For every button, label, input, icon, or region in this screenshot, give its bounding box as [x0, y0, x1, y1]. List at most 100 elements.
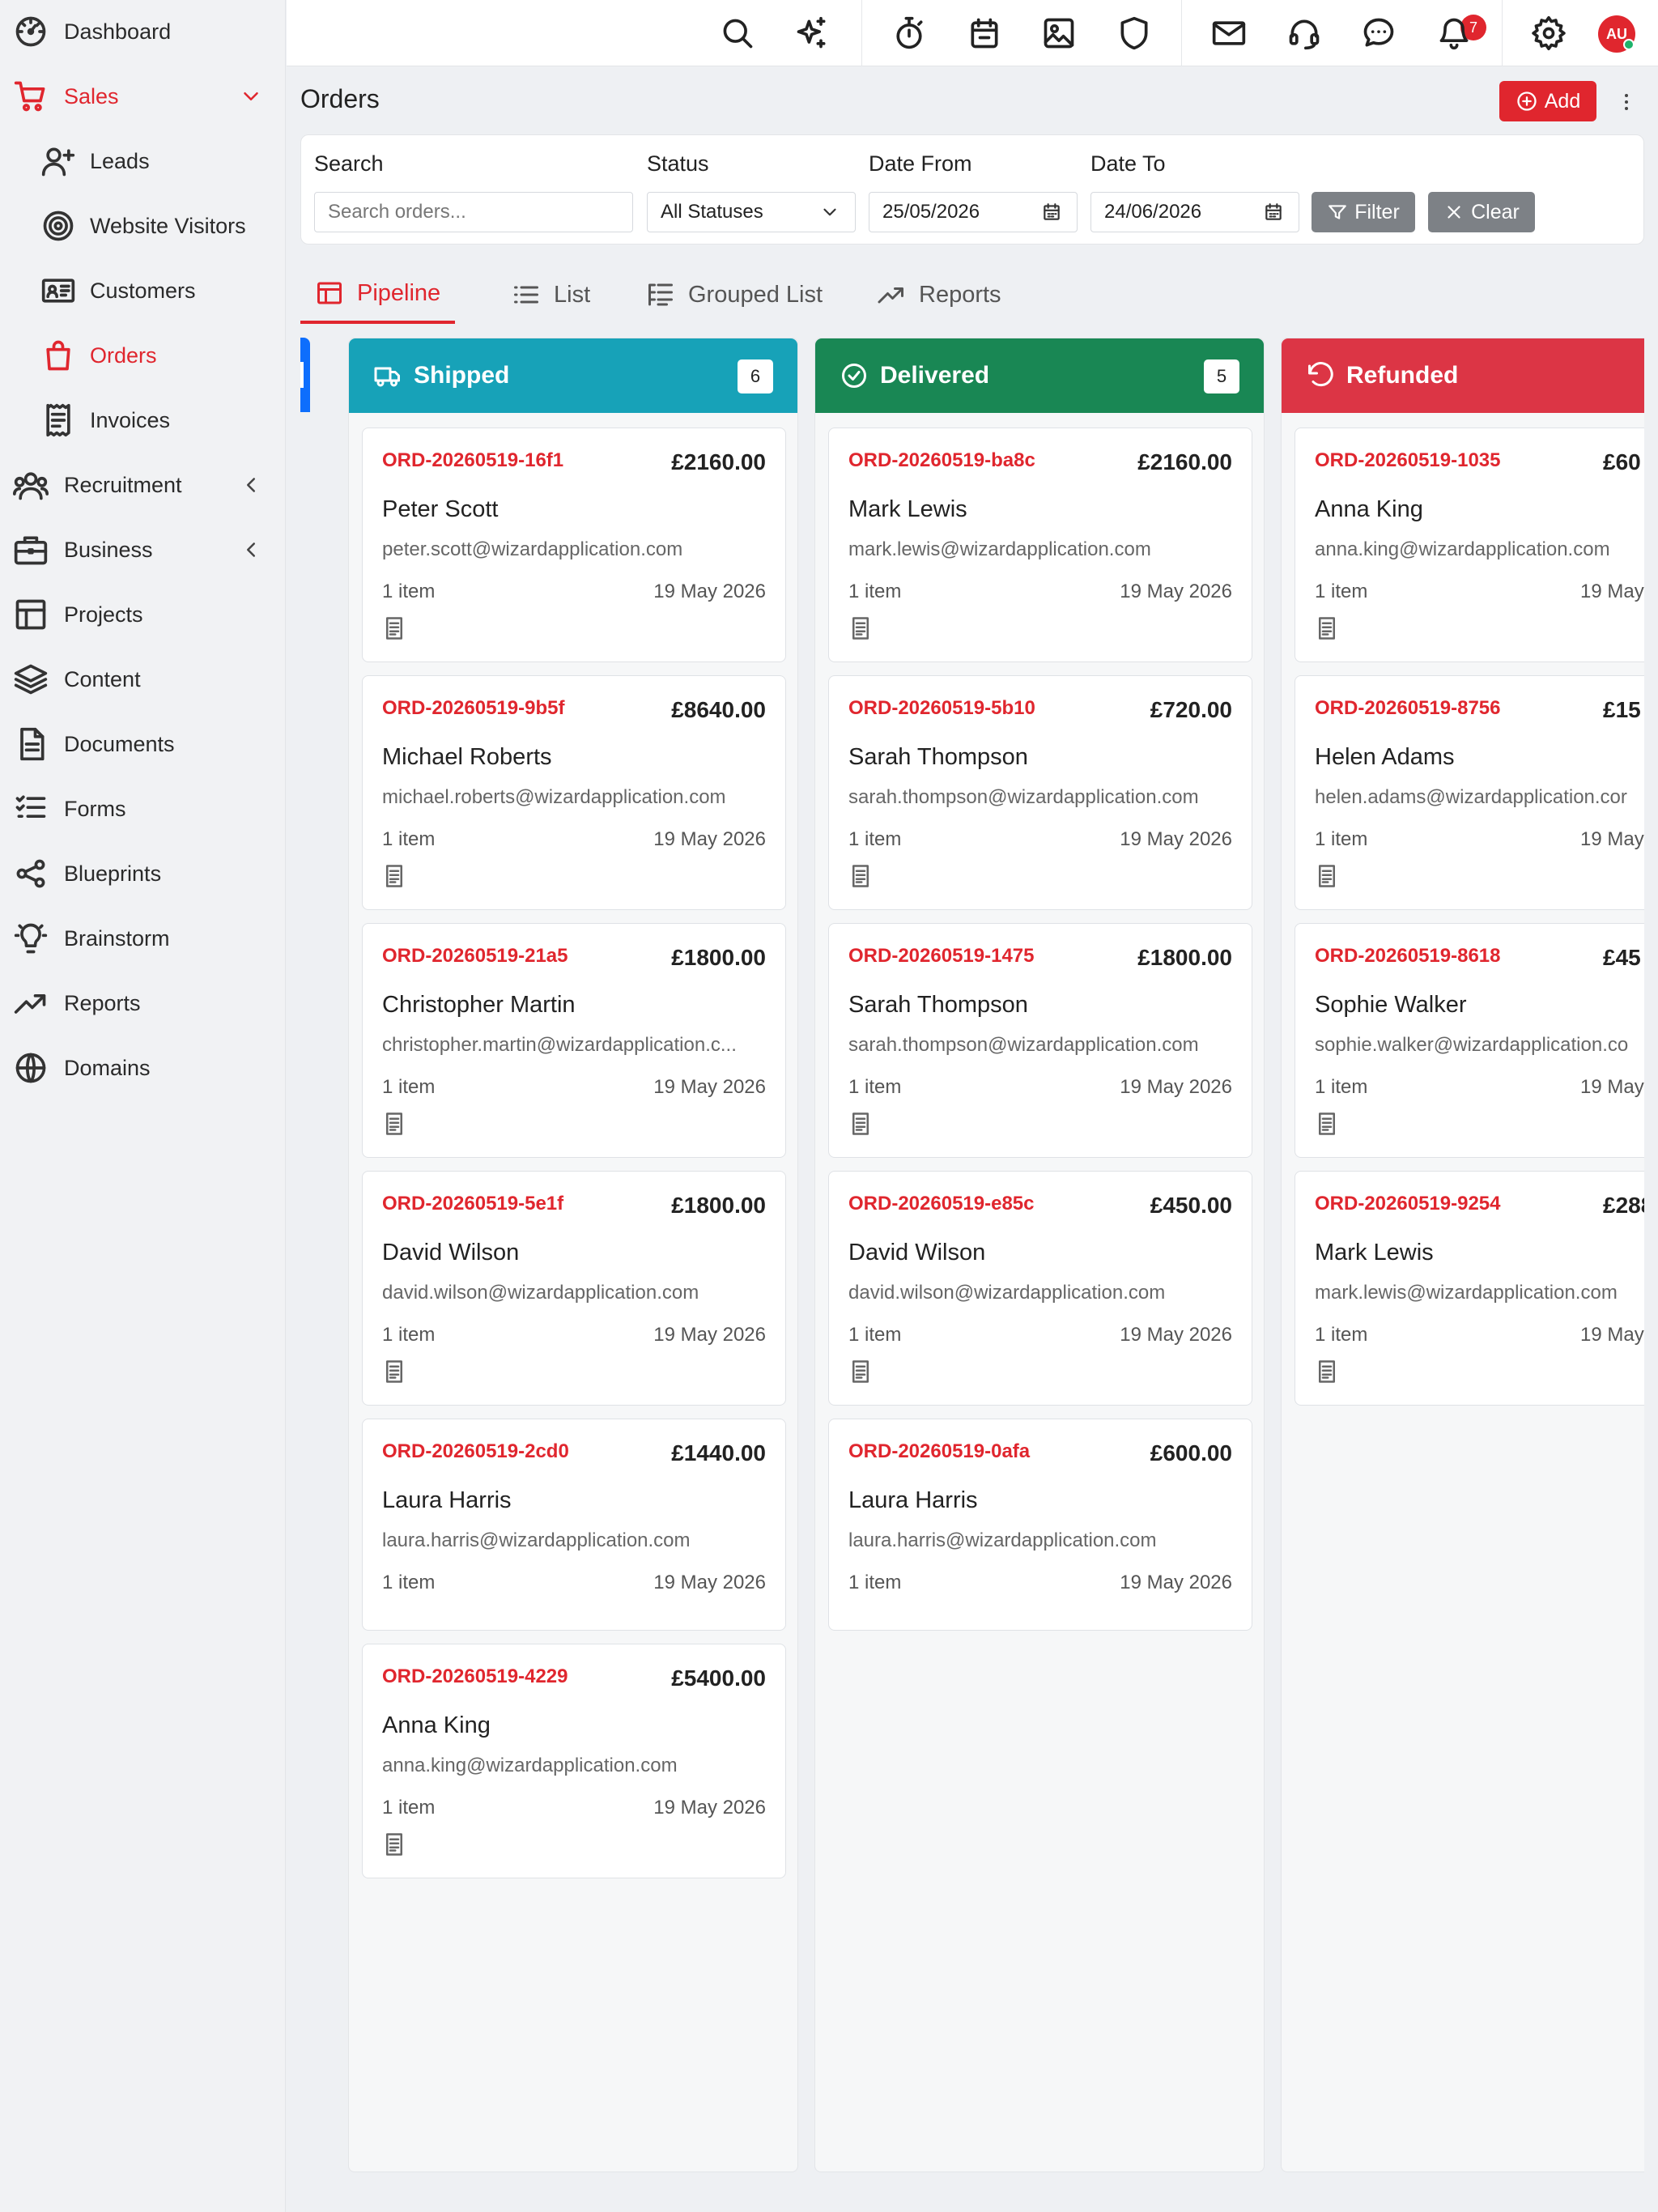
invoice-icon[interactable] [1315, 616, 1339, 642]
sidebar-item-orders[interactable]: Orders [0, 331, 286, 380]
sidebar-item-documents[interactable]: Documents [0, 720, 286, 768]
chevron-left-icon[interactable] [239, 538, 263, 562]
order-card[interactable]: ORD-20260519-5b10 £720.00 Sarah Thompson sa… [828, 675, 1252, 910]
date-from-input[interactable]: 25/05/2026 [869, 192, 1078, 232]
sidebar-item-invoices[interactable]: Invoices [0, 396, 286, 445]
invoice-icon[interactable] [848, 1112, 873, 1138]
order-card[interactable]: ORD-20260519-9b5f £8640.00 Michael Roberts… [362, 675, 786, 910]
sidebar-item-website-visitors[interactable]: Website Visitors [0, 202, 286, 250]
order-card[interactable]: ORD-20260519-4229 £5400.00 Anna King anna.k… [362, 1644, 786, 1878]
invoice-icon[interactable] [1315, 864, 1339, 890]
chevron-down-icon[interactable] [239, 84, 263, 108]
tab-reports[interactable]: Reports [862, 266, 1016, 324]
status-select[interactable]: All Statuses [647, 192, 856, 232]
sidebar-item-customers[interactable]: Customers [0, 266, 286, 315]
search-input[interactable]: Search orders... [314, 192, 633, 232]
gear-icon[interactable] [1531, 15, 1567, 51]
order-id[interactable]: ORD-20260519-ba8c [848, 449, 1035, 472]
sparkles-icon[interactable] [794, 15, 830, 51]
order-id[interactable]: ORD-20260519-1035 [1315, 449, 1501, 472]
order-id[interactable]: ORD-20260519-5b10 [848, 697, 1035, 720]
invoice-icon[interactable] [382, 1359, 406, 1385]
invoice-icon[interactable] [382, 864, 406, 890]
order-card[interactable]: ORD-20260519-8618 £45 Sophie Walker sophie.… [1295, 923, 1644, 1158]
tab-grouped-list[interactable]: Grouped List [631, 266, 837, 324]
sidebar-item-recruitment[interactable]: Recruitment [0, 461, 286, 509]
item-count: 1 item [1315, 828, 1368, 850]
invoice-icon[interactable] [848, 616, 873, 642]
bell-icon[interactable] [1436, 15, 1472, 51]
more-options-button[interactable] [1614, 86, 1639, 118]
order-card[interactable]: ORD-20260519-ba8c £2160.00 Mark Lewis mark.… [828, 428, 1252, 662]
order-card[interactable]: ORD-20260519-1035 £60 Anna King anna.king@w… [1295, 428, 1644, 662]
sidebar-item-dashboard[interactable]: Dashboard [0, 7, 286, 56]
sidebar-item-domains[interactable]: Domains [0, 1044, 286, 1092]
add-button[interactable]: Add [1499, 81, 1596, 121]
order-id[interactable]: ORD-20260519-2cd0 [382, 1440, 569, 1463]
headset-icon[interactable] [1286, 15, 1322, 51]
order-id[interactable]: ORD-20260519-0afa [848, 1440, 1030, 1463]
calendar-icon[interactable] [1263, 202, 1284, 223]
chat-icon[interactable] [1361, 15, 1397, 51]
stopwatch-icon[interactable] [891, 15, 927, 51]
chevron-left-icon[interactable] [239, 473, 263, 497]
customer-email: christopher.martin@wizardapplication.c..… [382, 1034, 737, 1056]
order-card[interactable]: ORD-20260519-5e1f £1800.00 David Wilson dav… [362, 1171, 786, 1406]
invoice-icon[interactable] [1315, 1359, 1339, 1385]
item-count: 1 item [848, 1324, 902, 1346]
calendar-icon[interactable] [967, 15, 1002, 51]
invoice-icon[interactable] [382, 616, 406, 642]
sidebar-item-brainstorm[interactable]: Brainstorm [0, 914, 286, 963]
order-amount: £1800.00 [671, 1193, 766, 1218]
date-to-input[interactable]: 24/06/2026 [1090, 192, 1299, 232]
sidebar-item-reports[interactable]: Reports [0, 979, 286, 1027]
invoice-icon[interactable] [848, 864, 873, 890]
order-card[interactable]: ORD-20260519-16f1 £2160.00 Peter Scott pete… [362, 428, 786, 662]
order-id[interactable]: ORD-20260519-9b5f [382, 697, 564, 720]
sidebar-item-projects[interactable]: Projects [0, 590, 286, 639]
sidebar-item-blueprints[interactable]: Blueprints [0, 849, 286, 898]
tab-pipeline[interactable]: Pipeline [300, 266, 456, 324]
sidebar-item-content[interactable]: Content [0, 655, 286, 704]
mail-icon[interactable] [1211, 15, 1247, 51]
column-title: Refunded [1346, 362, 1459, 389]
sidebar-item-label: Website Visitors [90, 213, 246, 238]
order-card[interactable]: ORD-20260519-21a5 £1800.00 Christopher Mar… [362, 923, 786, 1158]
invoice-icon[interactable] [848, 1359, 873, 1385]
order-id[interactable]: ORD-20260519-e85c [848, 1193, 1035, 1215]
order-id[interactable]: ORD-20260519-8618 [1315, 945, 1501, 968]
order-id[interactable]: ORD-20260519-5e1f [382, 1193, 563, 1215]
sidebar-item-sales[interactable]: Sales [0, 72, 286, 121]
status-label: Status [647, 151, 709, 176]
order-id[interactable]: ORD-20260519-16f1 [382, 449, 563, 472]
image-icon[interactable] [1041, 15, 1077, 51]
sidebar-item-forms[interactable]: Forms [0, 785, 286, 833]
order-id[interactable]: ORD-20260519-9254 [1315, 1193, 1501, 1215]
order-card[interactable]: ORD-20260519-0afa £600.00 Laura Harris laur… [828, 1419, 1252, 1631]
order-id[interactable]: ORD-20260519-4229 [382, 1665, 568, 1688]
invoice-icon[interactable] [382, 1112, 406, 1138]
shield-icon[interactable] [1116, 15, 1152, 51]
order-date: 19 May 2026 [653, 1076, 766, 1098]
sidebar-item-business[interactable]: Business [0, 525, 286, 574]
sidebar-item-leads[interactable]: Leads [0, 137, 286, 185]
order-card[interactable]: ORD-20260519-9254 £288 Mark Lewis mark.lewi… [1295, 1171, 1644, 1406]
order-card[interactable]: ORD-20260519-2cd0 £1440.00 Laura Harris lau… [362, 1419, 786, 1631]
calendar-icon[interactable] [1041, 202, 1062, 223]
search-icon[interactable] [720, 15, 755, 51]
order-id[interactable]: ORD-20260519-21a5 [382, 945, 568, 968]
filter-panel: Search Search orders... Status All Statu… [300, 134, 1644, 245]
order-card[interactable]: ORD-20260519-1475 £1800.00 Sarah Thompson s… [828, 923, 1252, 1158]
globe-icon [13, 1050, 49, 1086]
filter-button[interactable]: Filter [1312, 192, 1415, 232]
invoice-icon[interactable] [382, 1832, 406, 1858]
clear-button[interactable]: Clear [1428, 192, 1535, 232]
tab-list[interactable]: List [497, 266, 605, 324]
customer-name: Christopher Martin [382, 992, 576, 1018]
order-card[interactable]: ORD-20260519-8756 £15 Helen Adams helen.ada… [1295, 675, 1644, 910]
order-id[interactable]: ORD-20260519-1475 [848, 945, 1035, 968]
order-id[interactable]: ORD-20260519-8756 [1315, 697, 1501, 720]
invoice-icon[interactable] [1315, 1112, 1339, 1138]
order-date: 19 May 2026 [1120, 828, 1232, 850]
order-card[interactable]: ORD-20260519-e85c £450.00 David Wilson davi… [828, 1171, 1252, 1406]
